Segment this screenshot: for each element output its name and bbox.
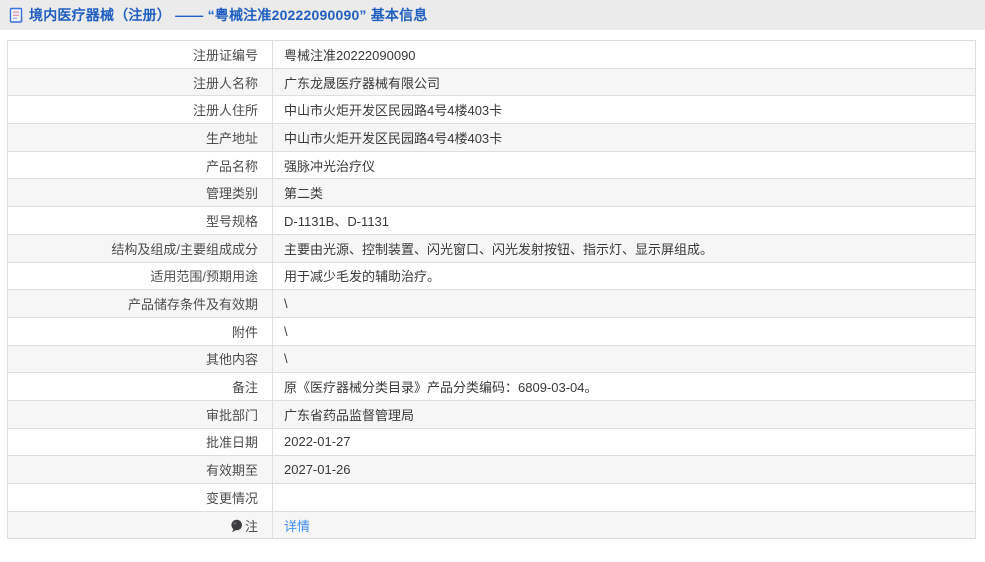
field-label: 备注	[7, 372, 273, 401]
field-label-text: 有效期至	[205, 463, 258, 479]
field-label-text: 附件	[231, 324, 258, 340]
field-value: 广东龙晟医疗器械有限公司	[272, 67, 976, 97]
field-label: 审批部门	[7, 399, 273, 429]
table-row: 备注 原《医疗器械分类目录》产品分类编码：6809-03-04。	[7, 372, 976, 401]
table-row: 注册人住所 中山市火炬开发区民园路4号4楼403卡	[7, 95, 976, 125]
note-balloon-icon	[230, 519, 243, 533]
table-row: 产品名称 强脉冲光治疗仪	[7, 150, 976, 180]
field-value: \	[272, 344, 976, 374]
field-value-text: 粤械注准20222090090	[284, 47, 416, 63]
field-value-text: 广东省药品监督管理局	[284, 407, 415, 423]
field-label: 适用范围/预期用途	[7, 261, 273, 291]
table-row: 生产地址 中山市火炬开发区民园路4号4楼403卡	[7, 123, 976, 152]
field-label: 生产地址	[7, 123, 273, 152]
field-label-text: 产品储存条件及有效期	[127, 297, 258, 313]
field-value: 2022-01-27	[272, 427, 976, 457]
table-row: 注 详情	[7, 510, 976, 540]
field-value-text: 2027-01-26	[284, 462, 351, 478]
table-row: 注册证编号 粤械注准20222090090	[7, 40, 976, 69]
field-label-text: 型号规格	[205, 213, 258, 229]
table-row: 注册人名称 广东龙晟医疗器械有限公司	[7, 67, 976, 97]
details-link[interactable]: 详情	[284, 519, 310, 534]
table-row: 批准日期 2022-01-27	[7, 427, 976, 457]
field-label: 其他内容	[7, 344, 273, 374]
field-label: 管理类别	[7, 178, 273, 208]
field-value-text: D-1131B、D-1131	[284, 213, 390, 229]
field-label: 产品储存条件及有效期	[7, 289, 273, 318]
field-label: 变更情况	[7, 483, 273, 512]
field-value-text: \	[284, 296, 288, 312]
field-value: 原《医疗器械分类目录》产品分类编码：6809-03-04。	[272, 372, 976, 401]
field-label-text: 产品名称	[205, 158, 258, 174]
document-icon	[9, 7, 24, 24]
field-value-text: 用于减少毛发的辅助治疗。	[284, 269, 441, 285]
field-value: 中山市火炬开发区民园路4号4楼403卡	[272, 95, 976, 125]
field-value: 粤械注准20222090090	[272, 40, 976, 69]
field-label-text: 注册证编号	[192, 47, 258, 63]
field-label: 批准日期	[7, 427, 273, 457]
field-label-text: 批准日期	[205, 435, 258, 451]
field-label-text: 其他内容	[205, 352, 258, 368]
field-value-text: 原《医疗器械分类目录》产品分类编码：6809-03-04。	[284, 380, 598, 396]
field-value: 用于减少毛发的辅助治疗。	[272, 261, 976, 291]
field-value-text: 中山市火炬开发区民园路4号4楼403卡	[284, 130, 503, 146]
field-value: 主要由光源、控制装置、闪光窗口、闪光发射按钮、指示灯、显示屏组成。	[272, 233, 976, 263]
field-label: 型号规格	[7, 206, 273, 235]
field-value: 强脉冲光治疗仪	[272, 150, 976, 180]
field-label: 注册人住所	[7, 95, 273, 125]
field-value-text: 强脉冲光治疗仪	[284, 158, 376, 174]
field-label-text: 注册人住所	[192, 103, 258, 119]
registration-info-table: 注册证编号 粤械注准20222090090 注册人名称 广东龙晟医疗器械有限公司 注册人…	[7, 40, 985, 540]
field-label: 结构及组成/主要组成成分	[7, 233, 273, 263]
field-value: D-1131B、D-1131	[272, 206, 976, 235]
field-label-text: 结构及组成/主要组成成分	[111, 241, 258, 257]
field-value-text: 第二类	[284, 186, 324, 202]
field-value: \	[272, 289, 976, 318]
field-label-text: 适用范围/预期用途	[150, 269, 258, 285]
field-value: 中山市火炬开发区民园路4号4楼403卡	[272, 123, 976, 152]
field-label-text: 生产地址	[205, 130, 258, 146]
field-value: \	[272, 316, 976, 346]
field-value-text: 2022-01-27	[284, 434, 351, 450]
field-label-text: 注册人名称	[192, 75, 258, 91]
field-label-text: 变更情况	[205, 490, 258, 506]
table-row: 附件 \	[7, 316, 976, 346]
field-label: 注	[7, 510, 273, 540]
table-row: 变更情况	[7, 483, 976, 512]
table-row: 型号规格 D-1131B、D-1131	[7, 206, 976, 235]
field-value: 广东省药品监督管理局	[272, 399, 976, 429]
field-label-text: 管理类别	[205, 186, 258, 202]
table-row: 审批部门 广东省药品监督管理局	[7, 399, 976, 429]
field-label: 附件	[7, 316, 273, 346]
table-row: 产品储存条件及有效期 \	[7, 289, 976, 318]
field-value-text: 中山市火炬开发区民园路4号4楼403卡	[284, 103, 503, 119]
field-value-text: \	[284, 351, 288, 367]
field-label: 有效期至	[7, 455, 273, 484]
table-row: 其他内容 \	[7, 344, 976, 374]
field-label-text: 备注	[231, 380, 258, 396]
field-value-text: \	[284, 323, 288, 339]
field-value: 2027-01-26	[272, 455, 976, 484]
field-label: 产品名称	[7, 150, 273, 180]
table-row: 结构及组成/主要组成成分 主要由光源、控制装置、闪光窗口、闪光发射按钮、指示灯、显…	[7, 233, 976, 263]
table-row: 有效期至 2027-01-26	[7, 455, 976, 484]
field-label-text: 注	[244, 518, 258, 534]
field-value-text: 广东龙晟医疗器械有限公司	[284, 75, 441, 91]
page-header: 境内医疗器械（注册） —— “粤械注准20222090090” 基本信息	[0, 0, 985, 30]
field-label-text: 审批部门	[205, 407, 258, 423]
field-value: 第二类	[272, 178, 976, 208]
table-row: 适用范围/预期用途 用于减少毛发的辅助治疗。	[7, 261, 976, 291]
field-value	[272, 483, 976, 512]
field-value: 详情	[272, 510, 976, 540]
field-label: 注册证编号	[7, 40, 273, 69]
table-row: 管理类别 第二类	[7, 178, 976, 208]
field-value-text: 主要由光源、控制装置、闪光窗口、闪光发射按钮、指示灯、显示屏组成。	[284, 241, 714, 257]
info-table-body: 注册证编号 粤械注准20222090090 注册人名称 广东龙晟医疗器械有限公司 注册人…	[7, 40, 976, 540]
field-label: 注册人名称	[7, 67, 273, 97]
page-title: 境内医疗器械（注册） —— “粤械注准20222090090” 基本信息	[29, 7, 428, 23]
